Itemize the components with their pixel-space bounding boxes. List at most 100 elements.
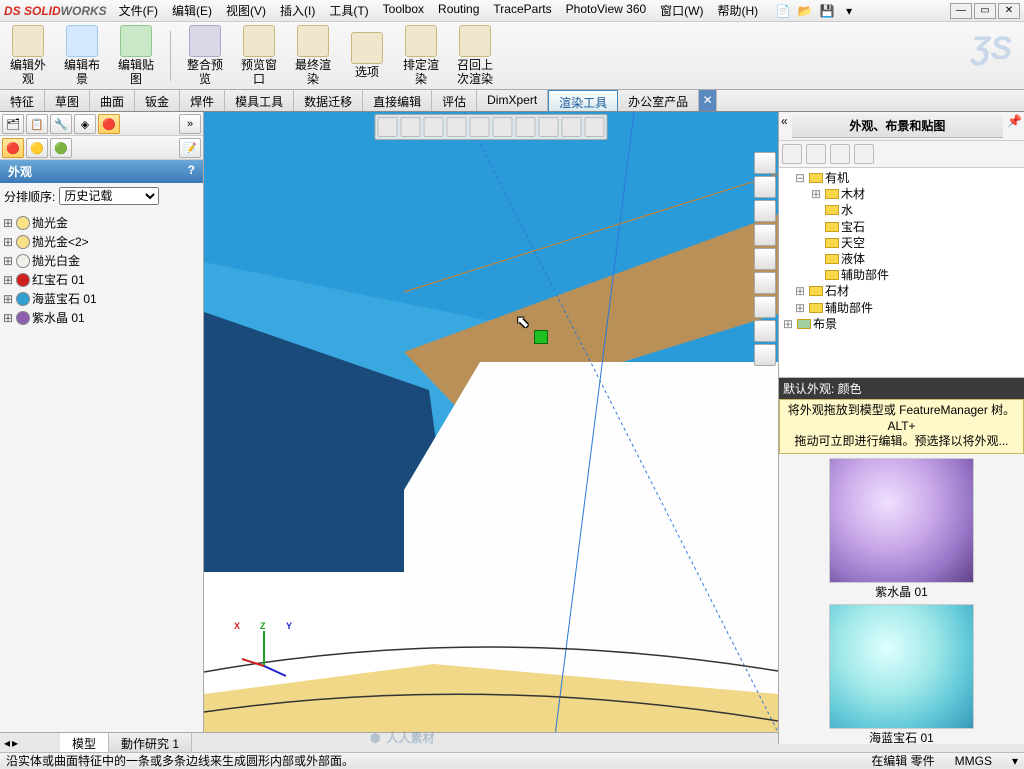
tab-features[interactable]: 特征 xyxy=(0,90,45,111)
more-icon[interactable]: ▾ xyxy=(840,2,858,20)
expand-icon[interactable]: » xyxy=(179,114,201,134)
appearances-icon[interactable] xyxy=(754,248,776,270)
tab-moldtools[interactable]: 模具工具 xyxy=(225,90,294,111)
tab-close-button[interactable]: ✕ xyxy=(699,90,717,111)
tab-scroll-right-icon[interactable]: ▸ xyxy=(12,736,18,750)
tree-item[interactable]: ⊞红宝石 01 xyxy=(2,270,201,289)
tree-folder[interactable]: 液体 xyxy=(783,251,1020,267)
integrated-preview-button[interactable]: 整合预览 xyxy=(185,25,225,85)
scene-tab-icon[interactable]: 🟢 xyxy=(50,138,72,158)
save-icon[interactable]: 💾 xyxy=(818,2,836,20)
new-icon[interactable]: 📄 xyxy=(774,2,792,20)
config-manager-icon[interactable]: 🔧 xyxy=(50,114,72,134)
close-button[interactable]: ✕ xyxy=(998,3,1020,19)
recall-render-button[interactable]: 召回上次渲染 xyxy=(455,25,495,85)
tree-folder[interactable]: ⊞辅助部件 xyxy=(783,300,1020,316)
menu-photoview[interactable]: PhotoView 360 xyxy=(560,0,653,21)
tab-scroll-left-icon[interactable]: ◂ xyxy=(4,736,10,750)
tab-rendertools[interactable]: 渲染工具 xyxy=(548,90,618,111)
tab-sketch[interactable]: 草图 xyxy=(45,90,90,111)
tree-folder[interactable]: ⊞石材 xyxy=(783,283,1020,299)
view-triad[interactable]: Z X Y xyxy=(234,621,294,684)
status-units[interactable]: MMGS xyxy=(955,754,992,768)
tab-weldments[interactable]: 焊件 xyxy=(180,90,225,111)
preview-item[interactable]: 紫水晶 01 xyxy=(824,458,979,600)
tree-item[interactable]: ⊞抛光金 xyxy=(2,213,201,232)
menu-edit[interactable]: 编辑(E) xyxy=(166,0,218,21)
final-render-button[interactable]: 最终渲染 xyxy=(293,25,333,85)
file-explorer-icon[interactable] xyxy=(754,200,776,222)
pin-icon[interactable]: 📌 xyxy=(1007,114,1022,138)
menu-tools[interactable]: 工具(T) xyxy=(323,0,374,21)
view-orientation-icon[interactable] xyxy=(470,117,490,137)
tree-folder[interactable]: 天空 xyxy=(783,235,1020,251)
scenes-lib-icon[interactable] xyxy=(806,144,826,164)
display-manager-icon[interactable]: 🔴 xyxy=(98,114,120,134)
feature-tree-icon[interactable]: 🗂 xyxy=(2,114,24,134)
sort-dropdown[interactable]: 历史记载 xyxy=(59,187,159,205)
menu-insert[interactable]: 插入(I) xyxy=(274,0,321,21)
menu-view[interactable]: 视图(V) xyxy=(220,0,272,21)
tree-folder[interactable]: ⊞布景 xyxy=(783,316,1020,332)
options-icon[interactable]: 📝 xyxy=(179,138,201,158)
tree-item[interactable]: ⊞紫水晶 01 xyxy=(2,308,201,327)
decal-tab-icon[interactable]: 🟡 xyxy=(26,138,48,158)
back-icon[interactable]: « xyxy=(781,114,788,138)
restore-button[interactable]: ▭ xyxy=(974,3,996,19)
tab-motion-study[interactable]: 動作研究 1 xyxy=(109,733,192,752)
tab-model[interactable]: 模型 xyxy=(60,733,109,752)
tree-folder[interactable]: ⊟有机 xyxy=(783,170,1020,186)
tab-office[interactable]: 办公室产品 xyxy=(618,90,699,111)
menu-help[interactable]: 帮助(H) xyxy=(712,0,765,21)
tree-folder[interactable]: ⊞木材 xyxy=(783,186,1020,202)
appearance-tab-icon[interactable]: 🔴 xyxy=(2,138,24,158)
design-library-icon[interactable] xyxy=(754,176,776,198)
preview-window-button[interactable]: 预览窗口 xyxy=(239,25,279,85)
menu-window[interactable]: 窗口(W) xyxy=(654,0,709,21)
resources-icon[interactable] xyxy=(754,152,776,174)
custom-props-icon[interactable] xyxy=(754,272,776,294)
preview-item[interactable]: 海蓝宝石 01 xyxy=(824,604,979,744)
more2-icon[interactable] xyxy=(754,320,776,342)
dimxpert-icon[interactable]: ◈ xyxy=(74,114,96,134)
tab-directedit[interactable]: 直接编辑 xyxy=(363,90,432,111)
options-button[interactable]: 选项 xyxy=(347,32,387,79)
hide-show-icon[interactable] xyxy=(516,117,536,137)
more-icon[interactable] xyxy=(754,296,776,318)
apply-scene-icon[interactable] xyxy=(562,117,582,137)
property-manager-icon[interactable]: 📋 xyxy=(26,114,48,134)
zoom-fit-icon[interactable] xyxy=(378,117,398,137)
appearances-lib-icon[interactable] xyxy=(782,144,802,164)
menu-toolbox[interactable]: Toolbox xyxy=(377,0,430,21)
minimize-button[interactable]: — xyxy=(950,3,972,19)
edit-appearance-icon[interactable] xyxy=(539,117,559,137)
more3-icon[interactable] xyxy=(754,344,776,366)
tree-folder[interactable]: 辅助部件 xyxy=(783,267,1020,283)
menu-traceparts[interactable]: TraceParts xyxy=(487,0,557,21)
tab-dimxpert[interactable]: DimXpert xyxy=(477,90,548,111)
edit-decal-button[interactable]: 编辑贴图 xyxy=(116,25,156,85)
edit-scene-button[interactable]: 编辑布景 xyxy=(62,25,102,85)
tab-sheetmetal[interactable]: 钣金 xyxy=(135,90,180,111)
menu-file[interactable]: 文件(F) xyxy=(113,0,164,21)
prev-view-icon[interactable] xyxy=(424,117,444,137)
tree-folder[interactable]: 水 xyxy=(783,202,1020,218)
decals-lib-icon[interactable] xyxy=(830,144,850,164)
tab-evaluate[interactable]: 评估 xyxy=(432,90,477,111)
edit-appearance-button[interactable]: 编辑外观 xyxy=(8,25,48,85)
tree-item[interactable]: ⊞抛光白金 xyxy=(2,251,201,270)
tree-folder[interactable]: 宝石 xyxy=(783,219,1020,235)
schedule-render-button[interactable]: 排定渲染 xyxy=(401,25,441,85)
refresh-icon[interactable] xyxy=(854,144,874,164)
tree-item[interactable]: ⊞海蓝宝石 01 xyxy=(2,289,201,308)
tab-datamigration[interactable]: 数据迁移 xyxy=(294,90,363,111)
open-icon[interactable]: 📂 xyxy=(796,2,814,20)
view-settings-icon[interactable] xyxy=(585,117,605,137)
tree-item[interactable]: ⊞抛光金<2> xyxy=(2,232,201,251)
view-palette-icon[interactable] xyxy=(754,224,776,246)
menu-routing[interactable]: Routing xyxy=(432,0,485,21)
zoom-area-icon[interactable] xyxy=(401,117,421,137)
tab-surfaces[interactable]: 曲面 xyxy=(90,90,135,111)
display-style-icon[interactable] xyxy=(493,117,513,137)
graphics-viewport[interactable]: ⬉ Z X Y xyxy=(204,112,778,744)
